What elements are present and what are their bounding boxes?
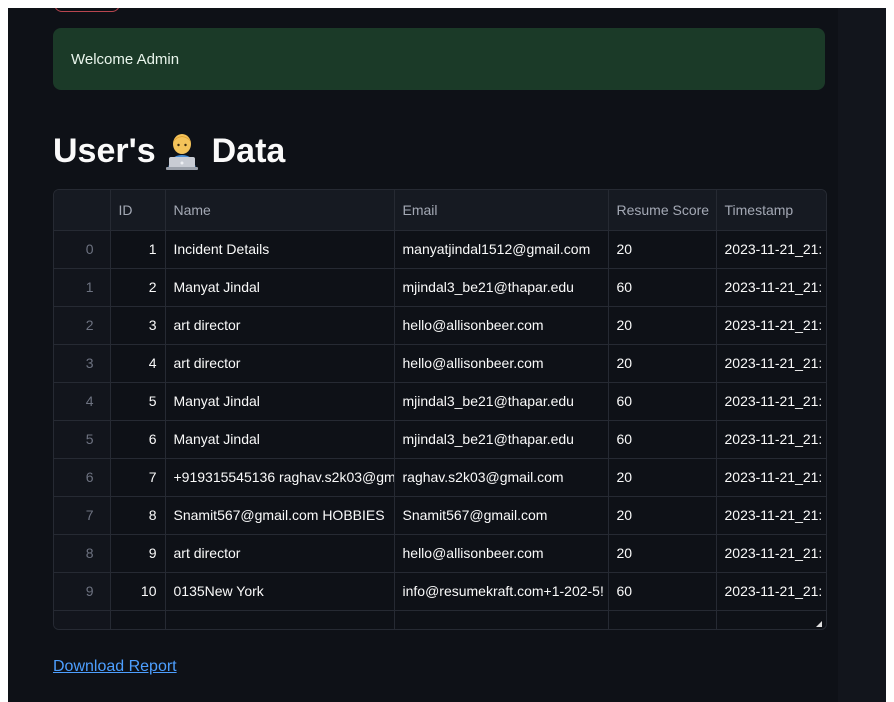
table-row[interactable]: 0 1 Incident Details manyatjindal1512@gmail… — [54, 230, 826, 269]
row-index-cell[interactable]: 0 — [54, 230, 111, 269]
technologist-emoji-icon — [165, 134, 198, 170]
table-row[interactable]: 2 3 art director hello@allisonbeer.com 20 202… — [54, 306, 826, 345]
name-cell[interactable]: +919315545136 raghav.s2k03@gm — [165, 458, 395, 497]
table-header-row: ID Name Email Resume Score Timestamp — [54, 190, 826, 231]
id-cell[interactable]: 2 — [110, 268, 166, 307]
name-cell[interactable]: Manyat Jindal — [165, 268, 395, 307]
name-cell[interactable]: Manyat Jindal — [165, 420, 395, 459]
title-prefix: User's — [53, 131, 156, 170]
timestamp-cell[interactable]: 2023-11-21_21: — [716, 344, 826, 383]
timestamp-cell[interactable]: 2023-11-21_21: — [716, 382, 826, 421]
empty-cell — [165, 610, 395, 629]
timestamp-cell[interactable]: 2023-11-21_21: — [716, 306, 826, 345]
timestamp-cell[interactable]: 2023-11-21_21: — [716, 572, 826, 611]
timestamp-cell[interactable]: 2023-11-21_21: — [716, 268, 826, 307]
row-index-cell[interactable]: 2 — [54, 306, 111, 345]
resume-score-cell[interactable]: 20 — [608, 534, 717, 573]
timestamp-cell[interactable]: 2023-11-21_21: — [716, 230, 826, 269]
row-index-cell[interactable]: 8 — [54, 534, 111, 573]
resume-score-cell[interactable]: 20 — [608, 496, 717, 535]
title-suffix: Data — [211, 131, 286, 170]
email-cell[interactable]: manyatjindal1512@gmail.com — [394, 230, 609, 269]
id-cell[interactable]: 3 — [110, 306, 166, 345]
timestamp-cell[interactable]: 2023-11-21_21: — [716, 496, 826, 535]
email-cell[interactable]: mjindal3_be21@thapar.edu — [394, 268, 609, 307]
name-cell[interactable]: art director — [165, 344, 395, 383]
table-row[interactable]: 3 4 art director hello@allisonbeer.com 20 202… — [54, 344, 826, 383]
column-header-email[interactable]: Email — [394, 190, 609, 231]
empty-cell — [394, 610, 609, 629]
app-window: Welcome Admin User's Data ID Name Email … — [8, 8, 886, 702]
name-cell[interactable]: Incident Details — [165, 230, 395, 269]
resume-score-cell[interactable]: 60 — [608, 268, 717, 307]
row-index-cell[interactable]: 6 — [54, 458, 111, 497]
resume-score-cell[interactable]: 20 — [608, 230, 717, 269]
email-cell[interactable]: raghav.s2k03@gmail.com — [394, 458, 609, 497]
welcome-message: Welcome Admin — [71, 50, 180, 68]
timestamp-cell[interactable]: 2023-11-21_21: — [716, 458, 826, 497]
resume-score-cell[interactable]: 60 — [608, 572, 717, 611]
name-cell[interactable]: art director — [165, 306, 395, 345]
name-cell[interactable]: Snamit567@gmail.com HOBBIES — [165, 496, 395, 535]
id-cell[interactable]: 7 — [110, 458, 166, 497]
users-data-table[interactable]: ID Name Email Resume Score Timestamp 01I… — [53, 189, 827, 630]
table-row-partial — [54, 610, 826, 629]
id-cell[interactable]: 8 — [110, 496, 166, 535]
column-header-resume-score[interactable]: Resume Score — [608, 190, 717, 231]
row-index-cell[interactable]: 4 — [54, 382, 111, 421]
resume-score-cell[interactable]: 60 — [608, 382, 717, 421]
download-report-link[interactable]: Download Report — [53, 658, 177, 676]
row-index-cell[interactable]: 3 — [54, 344, 111, 383]
index-header — [54, 190, 111, 231]
table-row[interactable]: 6 7 +919315545136 raghav.s2k03@gm raghav.s2… — [54, 458, 826, 497]
page-title: User's Data — [53, 126, 285, 176]
table-resize-handle[interactable] — [816, 621, 822, 627]
name-cell[interactable]: 0135New York — [165, 572, 395, 611]
empty-cell — [110, 610, 166, 629]
right-panel-edge — [838, 8, 886, 702]
resume-score-cell[interactable]: 20 — [608, 344, 717, 383]
row-index-cell[interactable]: 7 — [54, 496, 111, 535]
email-cell[interactable]: hello@allisonbeer.com — [394, 344, 609, 383]
column-header-id[interactable]: ID — [110, 190, 166, 231]
table-row[interactable]: 4 5 Manyat Jindal mjindal3_be21@thapar.edu 6… — [54, 382, 826, 421]
empty-cell — [608, 610, 717, 629]
table-row[interactable]: 9 10 0135New York info@resumekraft.com+1-20… — [54, 572, 826, 611]
row-index-cell[interactable]: 9 — [54, 572, 111, 611]
name-cell[interactable]: art director — [165, 534, 395, 573]
column-header-timestamp[interactable]: Timestamp — [716, 190, 826, 231]
email-cell[interactable]: info@resumekraft.com+1-202-5! — [394, 572, 609, 611]
resume-score-cell[interactable]: 60 — [608, 420, 717, 459]
email-cell[interactable]: mjindal3_be21@thapar.edu — [394, 420, 609, 459]
email-cell[interactable]: hello@allisonbeer.com — [394, 306, 609, 345]
table-row[interactable]: 1 2 Manyat Jindal mjindal3_be21@thapar.edu 6… — [54, 268, 826, 307]
previous-button[interactable] — [54, 8, 120, 12]
email-cell[interactable]: Snamit567@gmail.com — [394, 496, 609, 535]
table-row[interactable]: 8 9 art director hello@allisonbeer.com 20 202… — [54, 534, 826, 573]
row-index-cell[interactable]: 1 — [54, 268, 111, 307]
row-index-cell[interactable]: 5 — [54, 420, 111, 459]
name-cell[interactable]: Manyat Jindal — [165, 382, 395, 421]
id-cell[interactable]: 1 — [110, 230, 166, 269]
timestamp-cell[interactable]: 2023-11-21_21: — [716, 534, 826, 573]
email-cell[interactable]: hello@allisonbeer.com — [394, 534, 609, 573]
resume-score-cell[interactable]: 20 — [608, 458, 717, 497]
id-cell[interactable]: 6 — [110, 420, 166, 459]
id-cell[interactable]: 10 — [110, 572, 166, 611]
id-cell[interactable]: 9 — [110, 534, 166, 573]
empty-cell — [716, 610, 826, 629]
welcome-alert: Welcome Admin — [53, 28, 825, 90]
email-cell[interactable]: mjindal3_be21@thapar.edu — [394, 382, 609, 421]
id-cell[interactable]: 4 — [110, 344, 166, 383]
empty-cell — [54, 610, 111, 629]
timestamp-cell[interactable]: 2023-11-21_21: — [716, 420, 826, 459]
resume-score-cell[interactable]: 20 — [608, 306, 717, 345]
column-header-name[interactable]: Name — [165, 190, 395, 231]
id-cell[interactable]: 5 — [110, 382, 166, 421]
table-row[interactable]: 5 6 Manyat Jindal mjindal3_be21@thapar.edu 6… — [54, 420, 826, 459]
table-row[interactable]: 7 8 Snamit567@gmail.com HOBBIES Snamit567@g… — [54, 496, 826, 535]
